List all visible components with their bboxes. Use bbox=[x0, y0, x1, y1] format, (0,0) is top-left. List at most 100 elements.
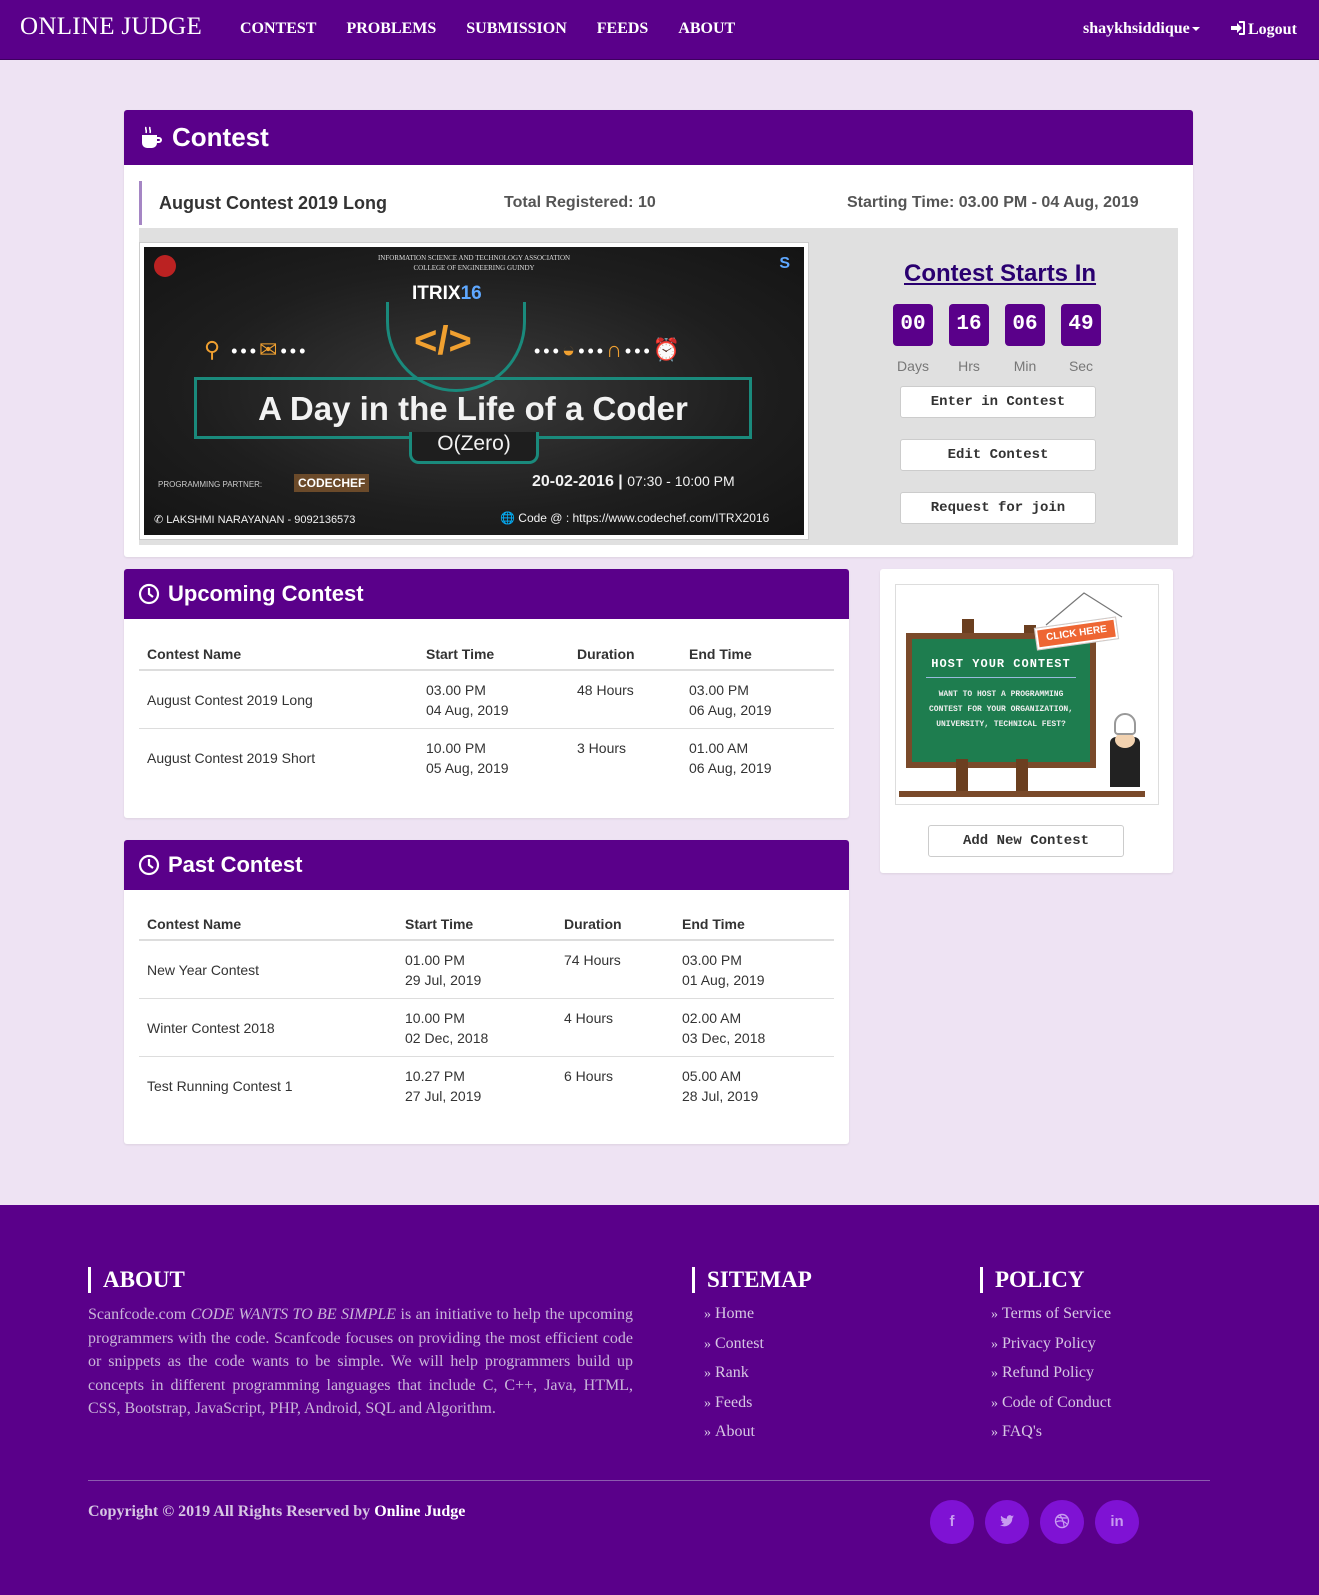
footer-link-label: Terms of Service bbox=[1002, 1305, 1112, 1322]
banner-contact-value: LAKSHMI NARAYANAN - 9092136573 bbox=[166, 514, 356, 526]
footer-link-refund[interactable]: » Refund Policy bbox=[991, 1364, 1111, 1394]
twitter-icon[interactable] bbox=[985, 1500, 1029, 1544]
banner-icons-left: ⚲ •••✉••• bbox=[204, 337, 309, 362]
upcoming-contest-panel: Upcoming Contest Contest Name Start Time… bbox=[124, 569, 849, 818]
double-chevron-icon: » bbox=[991, 1366, 998, 1381]
double-chevron-icon: » bbox=[704, 1336, 711, 1352]
countdown-hours-label: Hrs bbox=[958, 358, 980, 374]
footer-link-label: About bbox=[715, 1423, 755, 1440]
logout-link[interactable]: Logout bbox=[1230, 20, 1297, 39]
table-row[interactable]: Test Running Contest 1 10.27 PM 27 Jul, 2… bbox=[139, 1057, 834, 1115]
past-contest-header: Past Contest bbox=[124, 840, 849, 890]
start-date: 02 Dec, 2018 bbox=[405, 1030, 489, 1046]
end-time: 05.00 AM bbox=[682, 1068, 742, 1084]
column-header: Contest Name bbox=[139, 908, 397, 941]
footer-link-about[interactable]: » About bbox=[704, 1423, 764, 1453]
footer-link-label: Home bbox=[715, 1305, 755, 1322]
linkedin-icon[interactable]: in bbox=[1095, 1500, 1139, 1544]
bowl-icon: ◒ bbox=[561, 337, 579, 362]
contest-name-cell[interactable]: Winter Contest 2018 bbox=[139, 998, 397, 1057]
start-time-cell: 10.27 PM 27 Jul, 2019 bbox=[397, 1057, 556, 1115]
add-new-contest-button[interactable]: Add New Contest bbox=[928, 825, 1124, 857]
column-header: Contest Name bbox=[139, 638, 418, 671]
start-time: 10.27 PM bbox=[405, 1068, 465, 1084]
footer-link-home[interactable]: » Home bbox=[704, 1305, 764, 1335]
footer-link-label: Refund Policy bbox=[1002, 1364, 1094, 1381]
contest-name-cell[interactable]: August Contest 2019 Long bbox=[139, 670, 418, 729]
host-contest-panel: HOST YOUR CONTEST WANT TO HOST A PROGRAM… bbox=[880, 569, 1173, 873]
footer-policy-list: » Terms of Service » Privacy Policy » Refun… bbox=[991, 1305, 1111, 1453]
dribbble-icon[interactable] bbox=[1040, 1500, 1084, 1544]
contest-name-cell[interactable]: Test Running Contest 1 bbox=[139, 1057, 397, 1115]
duration-cell: 4 Hours bbox=[556, 998, 674, 1057]
end-date: 01 Aug, 2019 bbox=[682, 972, 765, 988]
contest-name-cell[interactable]: August Contest 2019 Short bbox=[139, 729, 418, 787]
footer-link-conduct[interactable]: » Code of Conduct bbox=[991, 1394, 1111, 1424]
countdown-seconds-label: Sec bbox=[1068, 358, 1094, 374]
table-row[interactable]: New Year Contest 01.00 PM 29 Jul, 2019 74… bbox=[139, 940, 834, 999]
past-contest-title: Past Contest bbox=[168, 852, 303, 877]
contest-panel-header: Contest bbox=[124, 110, 1193, 165]
end-time-cell: 02.00 AM 03 Dec, 2018 bbox=[674, 998, 834, 1057]
column-header: End Time bbox=[681, 638, 834, 671]
footer-link-label: FAQ's bbox=[1002, 1423, 1042, 1440]
countdown-days-label: Days bbox=[897, 358, 929, 374]
table-row[interactable]: Winter Contest 2018 10.00 PM 02 Dec, 2018… bbox=[139, 998, 834, 1057]
footer-link-rank[interactable]: » Rank bbox=[704, 1364, 764, 1394]
request-join-button[interactable]: Request for join bbox=[900, 492, 1096, 524]
edit-contest-button[interactable]: Edit Contest bbox=[900, 439, 1096, 471]
nav-contest[interactable]: CONTEST bbox=[240, 20, 316, 38]
start-date: 27 Jul, 2019 bbox=[405, 1088, 482, 1104]
footer-link-contest[interactable]: » Contest bbox=[704, 1335, 764, 1365]
double-chevron-icon: » bbox=[991, 1425, 998, 1440]
banner-time-value: 07:30 - 10:00 PM bbox=[627, 473, 735, 489]
footer-about-text: Scanfcode.com CODE WANTS TO BE SIMPLE is… bbox=[88, 1303, 633, 1421]
contest-panel-title: Contest bbox=[172, 122, 269, 152]
nav-submission[interactable]: SUBMISSION bbox=[466, 20, 566, 38]
double-chevron-icon: » bbox=[704, 1307, 711, 1322]
duration-cell: 48 Hours bbox=[569, 670, 681, 729]
end-time-cell: 03.00 PM 01 Aug, 2019 bbox=[674, 940, 834, 999]
footer-link-privacy[interactable]: » Privacy Policy bbox=[991, 1335, 1111, 1365]
contest-name-cell[interactable]: New Year Contest bbox=[139, 940, 397, 999]
end-time-cell: 05.00 AM 28 Jul, 2019 bbox=[674, 1057, 834, 1115]
user-menu[interactable]: shaykhsiddique bbox=[1083, 20, 1200, 38]
footer-link-label: Contest bbox=[715, 1334, 764, 1352]
facebook-icon[interactable]: f bbox=[930, 1500, 974, 1544]
enter-contest-button[interactable]: Enter in Contest bbox=[900, 386, 1096, 418]
footer-link-feeds[interactable]: » Feeds bbox=[704, 1394, 764, 1424]
dribbble-ball-icon bbox=[1054, 1513, 1070, 1529]
nav-about[interactable]: ABOUT bbox=[678, 20, 735, 38]
code-brackets-icon: </> bbox=[414, 319, 472, 363]
footer-about-tagline: CODE WANTS TO BE SIMPLE bbox=[190, 1306, 397, 1323]
footer-link-faq[interactable]: » FAQ's bbox=[991, 1423, 1111, 1453]
coffee-icon bbox=[142, 126, 162, 148]
start-time-cell: 10.00 PM 02 Dec, 2018 bbox=[397, 998, 556, 1057]
start-time-cell: 10.00 PM 05 Aug, 2019 bbox=[418, 729, 569, 787]
total-registered: Total Registered: 10 bbox=[504, 194, 656, 211]
contest-panel: Contest August Contest 2019 Long Total R… bbox=[124, 110, 1193, 557]
nav-feeds[interactable]: FEEDS bbox=[597, 20, 649, 38]
banner-url: 🌐 Code @ : https://www.codechef.com/ITRX… bbox=[500, 511, 770, 525]
duration-cell: 6 Hours bbox=[564, 1068, 614, 1084]
board-title: HOST YOUR CONTEST bbox=[931, 657, 1071, 671]
chef-hat-icon bbox=[1114, 713, 1136, 735]
double-chevron-icon: » bbox=[704, 1366, 711, 1381]
banner-partner-label: PROGRAMMING PARTNER: bbox=[158, 480, 263, 489]
end-date: 03 Dec, 2018 bbox=[682, 1030, 766, 1046]
table-row[interactable]: August Contest 2019 Long 03.00 PM 04 Aug,… bbox=[139, 670, 834, 729]
table-row[interactable]: August Contest 2019 Short 10.00 PM 05 Aug… bbox=[139, 729, 834, 787]
copyright-owner: Online Judge bbox=[374, 1503, 466, 1520]
host-contest-image[interactable]: HOST YOUR CONTEST WANT TO HOST A PROGRAM… bbox=[895, 584, 1159, 805]
nav-problems[interactable]: PROBLEMS bbox=[346, 20, 436, 38]
countdown-title[interactable]: Contest Starts In bbox=[904, 260, 1096, 288]
banner-date: 20-02-2016 | 07:30 - 10:00 PM bbox=[532, 473, 735, 490]
brand-logo[interactable]: ONLINE JUDGE bbox=[20, 13, 202, 41]
footer-link-terms[interactable]: » Terms of Service bbox=[991, 1305, 1111, 1335]
board-text: WANT TO HOST A PROGRAMMING CONTEST FOR Y… bbox=[928, 690, 1074, 729]
headphones-icon: ∩ bbox=[606, 337, 625, 362]
nav-links: CONTEST PROBLEMS SUBMISSION FEEDS ABOUT bbox=[240, 20, 765, 38]
column-header: Duration bbox=[569, 638, 681, 671]
end-date: 28 Jul, 2019 bbox=[682, 1088, 759, 1104]
banner-org-line2: COLLEGE OF ENGINEERING GUINDY bbox=[413, 264, 535, 272]
